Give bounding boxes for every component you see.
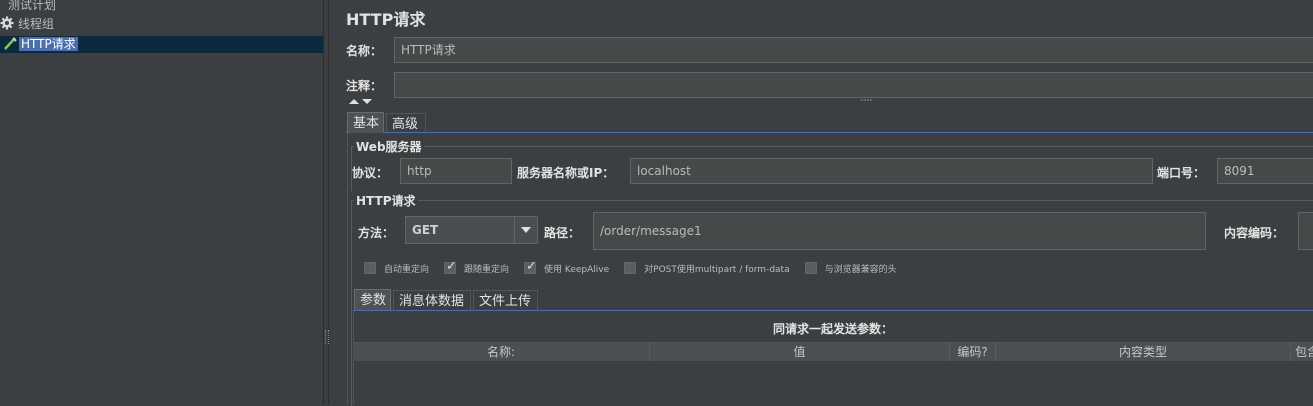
path-field[interactable]: /order/message1: [593, 212, 1206, 250]
browser-headers-checkbox[interactable]: [804, 262, 817, 274]
tab-file-upload[interactable]: 文件上传: [473, 290, 538, 311]
http-request-editor: HTTP请求 名称： HTTP请求 注释： """" 基本 高级 Web服务器 …: [330, 0, 1313, 406]
splitter-grip[interactable]: [325, 330, 329, 344]
auto-redirect-label: 自动重定向: [384, 264, 430, 275]
path-label: 路径：: [544, 226, 581, 240]
follow-redirect-checkbox[interactable]: [444, 259, 457, 274]
comment-label: 注释：: [346, 79, 383, 93]
tab-parameters[interactable]: 参数: [354, 289, 391, 310]
column-header-name[interactable]: 名称:: [353, 343, 650, 361]
tree-item-label: 测试计划: [8, 0, 57, 12]
gear-icon: [0, 16, 14, 30]
web-server-group-title: Web服务器: [354, 138, 424, 155]
tree-item-thread-group[interactable]: 线程组: [0, 16, 56, 33]
column-header-content-type[interactable]: 内容类型: [996, 343, 1291, 361]
column-header-encode[interactable]: 编码?: [950, 343, 996, 361]
collapse-grip[interactable]: """": [860, 98, 873, 106]
auto-redirect-option[interactable]: 自动重定向: [364, 262, 429, 275]
multipart-checkbox[interactable]: [624, 262, 637, 274]
tree-item-http-request[interactable]: HTTP请求: [0, 36, 323, 53]
protocol-label: 协议：: [352, 166, 389, 180]
browser-headers-option[interactable]: 与浏览器兼容的头: [804, 262, 897, 275]
auto-redirect-checkbox[interactable]: [364, 262, 376, 274]
content-encoding-field[interactable]: [1298, 212, 1313, 250]
browser-headers-label: 与浏览器兼容的头: [824, 264, 897, 275]
request-options: 自动重定向 跟随重定向 使用 KeepAlive 对POST使用multipar…: [364, 259, 912, 275]
column-header-value[interactable]: 值: [650, 343, 950, 361]
tree-item-label: HTTP请求: [19, 37, 78, 51]
port-field[interactable]: 8091: [1217, 158, 1313, 184]
server-label: 服务器名称或IP：: [517, 166, 615, 180]
test-plan-tree: 测试计划 线程组 HTTP请求: [0, 0, 323, 405]
tab-strip-underline: [346, 132, 1313, 133]
method-label: 方法：: [358, 226, 395, 240]
http-request-group-title: HTTP请求: [354, 192, 418, 209]
collapse-arrows-icon[interactable]: [348, 97, 374, 106]
keepalive-label: 使用 KeepAlive: [544, 264, 610, 275]
name-field[interactable]: HTTP请求: [394, 37, 1313, 63]
params-table-header: 名称: 值 编码? 内容类型 包含: [353, 342, 1313, 362]
tab-body-data[interactable]: 消息体数据: [393, 290, 471, 311]
multipart-option[interactable]: 对POST使用multipart / form-data: [624, 262, 790, 275]
name-label: 名称：: [346, 44, 383, 58]
chevron-down-icon[interactable]: [514, 216, 538, 244]
protocol-field[interactable]: http: [400, 158, 512, 184]
params-table-body[interactable]: [354, 361, 1313, 405]
tab-basic[interactable]: 基本: [347, 112, 384, 133]
content-encoding-label: 内容编码：: [1224, 226, 1285, 240]
pipette-icon: [4, 37, 17, 50]
params-caption: 同请求一起发送参数：: [772, 322, 893, 336]
port-label: 端口号：: [1157, 166, 1206, 180]
keepalive-option[interactable]: 使用 KeepAlive: [524, 259, 610, 275]
keepalive-checkbox[interactable]: [524, 259, 537, 274]
multipart-label: 对POST使用multipart / form-data: [644, 264, 790, 275]
server-field[interactable]: localhost: [630, 158, 1153, 184]
column-header-include[interactable]: 包含: [1291, 343, 1313, 361]
panel-splitter[interactable]: [323, 0, 329, 405]
tree-item-label: 线程组: [18, 17, 55, 31]
follow-redirect-label: 跟随重定向: [464, 264, 510, 275]
tab-advanced[interactable]: 高级: [386, 113, 426, 134]
follow-redirect-option[interactable]: 跟随重定向: [444, 259, 510, 275]
tab-content-border: [347, 133, 348, 405]
page-title: HTTP请求: [346, 10, 426, 29]
tree-item-test-plan[interactable]: 测试计划: [6, 0, 58, 14]
comment-field[interactable]: [394, 72, 1313, 98]
method-select[interactable]: GET: [405, 216, 515, 244]
